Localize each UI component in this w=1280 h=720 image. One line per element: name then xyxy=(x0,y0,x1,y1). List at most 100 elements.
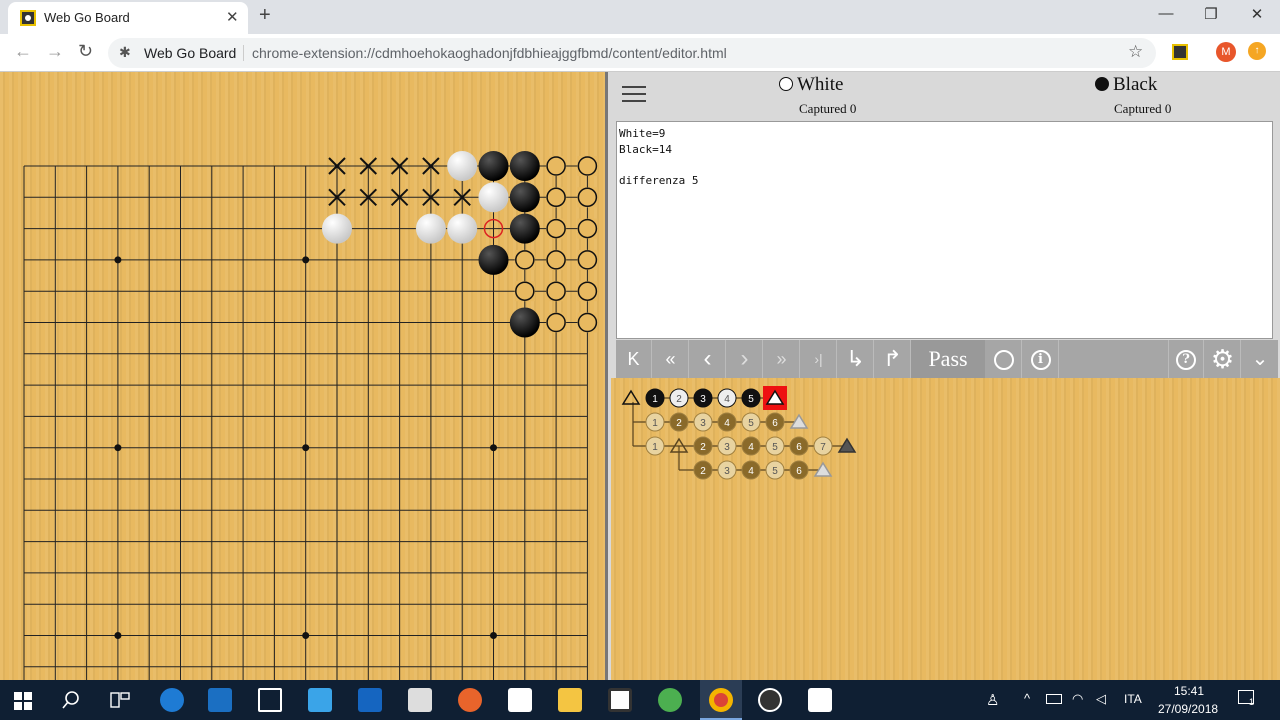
file-explorer-icon[interactable] xyxy=(558,688,582,712)
new-tab-button[interactable]: + xyxy=(259,4,271,27)
game-tree-canvas[interactable]: 1 2 3 4 5 1 2 3 4 5 6 1 2 3 4 5 6 7 2 3 4 5 6 xyxy=(611,378,1280,680)
black-captured: Captured 0 xyxy=(1114,101,1172,116)
tree-move-number: 4 xyxy=(724,394,730,405)
pass-button[interactable]: Pass xyxy=(911,340,985,378)
hoshi-point xyxy=(302,632,310,639)
go-board-favicon-icon xyxy=(20,10,36,26)
update-menu-icon[interactable]: ↑ xyxy=(1248,42,1266,60)
obs-icon[interactable] xyxy=(758,688,782,712)
close-window-button[interactable]: ✕ xyxy=(1237,5,1277,23)
white-label: White xyxy=(797,74,844,95)
eye-app-icon[interactable] xyxy=(658,688,682,712)
task-view-icon[interactable] xyxy=(110,691,130,709)
clock-time[interactable]: 15:41 xyxy=(1174,684,1204,698)
tree-move-number: 3 xyxy=(724,442,730,453)
windows-taskbar: ♙ ^ ◠ ◁ ITA 15:41 27/09/2018 1 xyxy=(0,680,1280,720)
goto-variation-button[interactable]: ↱ xyxy=(875,340,911,378)
go-board-canvas[interactable] xyxy=(0,72,608,680)
black-stone xyxy=(509,213,540,244)
forward-button[interactable]: › xyxy=(727,340,763,378)
minimize-button[interactable]: — xyxy=(1146,5,1186,22)
settings-gear-icon[interactable]: ⚙ xyxy=(1205,340,1241,378)
home-icon[interactable] xyxy=(258,688,282,712)
root-triangle-icon[interactable] xyxy=(621,389,641,405)
battery-icon[interactable] xyxy=(1046,694,1062,704)
hoshi-point xyxy=(114,632,122,639)
address-bar[interactable]: ✱ Web Go Board chrome-extension://cdmhoe… xyxy=(108,38,1156,68)
white-stone-icon xyxy=(779,77,793,91)
info-icon: i xyxy=(1030,350,1051,371)
navigation-controls: K « ‹ › » ›| ↳ ↱ Pass i ? ⚙ ⌄ xyxy=(616,340,1278,378)
profile-avatar[interactable]: M xyxy=(1216,42,1236,62)
back-arrow-icon[interactable]: ← xyxy=(14,41,32,62)
forward-arrow-icon[interactable]: → xyxy=(46,41,64,62)
reload-icon[interactable]: ↻ xyxy=(78,41,93,62)
last-move-button[interactable]: ›| xyxy=(801,340,837,378)
player-info-bar: White Captured 0 Black Captured 0 xyxy=(611,72,1280,120)
hoshi-point xyxy=(114,256,122,264)
input-language[interactable]: ITA xyxy=(1124,692,1142,706)
url-text[interactable]: chrome-extension://cdmhoehokaoghadonjfdb… xyxy=(252,45,727,61)
search-icon[interactable] xyxy=(62,691,80,709)
computer-icon[interactable] xyxy=(408,688,432,712)
game-tree-panel[interactable]: 1 2 3 4 5 1 2 3 4 5 6 1 2 3 4 5 6 7 2 3 4 5 6 xyxy=(611,378,1280,680)
circle-icon xyxy=(993,350,1014,371)
go-board-taskbar-icon[interactable] xyxy=(608,688,632,712)
bookmark-star-icon[interactable]: ☆ xyxy=(1128,42,1143,62)
more-chevron-icon[interactable]: ⌄ xyxy=(1242,340,1278,378)
back-many-button[interactable]: « xyxy=(653,340,689,378)
document-icon[interactable] xyxy=(808,688,832,712)
hoshi-point xyxy=(302,444,310,452)
circle-mark-bg xyxy=(514,249,535,270)
chrome-icon[interactable] xyxy=(709,688,733,712)
return-variation-button[interactable]: ↳ xyxy=(838,340,874,378)
tree-move-number: 2 xyxy=(676,394,682,405)
black-stone xyxy=(509,182,540,213)
firefox-icon[interactable] xyxy=(458,688,482,712)
windows-start-icon[interactable] xyxy=(14,692,32,710)
mail-icon[interactable] xyxy=(508,688,532,712)
hoshi-point xyxy=(490,444,497,452)
info-button[interactable]: i xyxy=(1023,340,1059,378)
forward-many-button[interactable]: » xyxy=(764,340,800,378)
browser-tab[interactable]: Web Go Board ✕ xyxy=(8,2,248,34)
go-editor-app: White Captured 0 Black Captured 0 White=… xyxy=(0,72,1280,680)
black-stone xyxy=(509,151,540,181)
black-stone xyxy=(509,307,540,338)
back-button[interactable]: ‹ xyxy=(690,340,726,378)
clock-date[interactable]: 27/09/2018 xyxy=(1158,702,1218,716)
circle-mark-bg xyxy=(514,281,535,302)
tree-move-number: 5 xyxy=(772,442,778,453)
remote-app-icon[interactable] xyxy=(358,688,382,712)
tab-close-icon[interactable]: ✕ xyxy=(226,8,239,26)
show-hidden-icons[interactable]: ^ xyxy=(1024,691,1030,706)
notifications-icon[interactable]: 1 xyxy=(1238,690,1254,707)
circle-mark-bg xyxy=(577,218,598,239)
white-stone xyxy=(322,213,352,244)
address-separator xyxy=(243,45,244,61)
store-icon[interactable] xyxy=(208,688,232,712)
restore-button[interactable]: ❐ xyxy=(1191,5,1231,23)
wifi-icon[interactable]: ◠ xyxy=(1072,691,1083,707)
tree-move-number: 2 xyxy=(676,418,682,429)
stone-color-button[interactable] xyxy=(986,340,1022,378)
hoshi-point xyxy=(302,256,310,264)
tree-move-number: 4 xyxy=(748,442,754,453)
app-icon[interactable] xyxy=(308,688,332,712)
people-icon[interactable]: ♙ xyxy=(986,691,999,709)
tree-move-number: 3 xyxy=(700,394,706,405)
circle-mark-bg xyxy=(577,312,598,333)
help-button[interactable]: ? xyxy=(1168,340,1204,378)
volume-icon[interactable]: ◁ xyxy=(1096,691,1106,707)
site-name: Web Go Board xyxy=(144,45,237,61)
go-extension-icon[interactable] xyxy=(1172,44,1188,60)
tree-move-number: 5 xyxy=(748,418,754,429)
hamburger-menu-icon[interactable] xyxy=(622,86,646,106)
go-board[interactable] xyxy=(0,72,608,680)
comment-box[interactable]: White=9 Black=14 differenza 5 xyxy=(616,121,1273,339)
edge-browser-icon[interactable] xyxy=(160,688,184,712)
tree-move-number: 4 xyxy=(724,418,730,429)
comment-line: differenza 5 xyxy=(619,173,699,187)
first-move-button[interactable]: K xyxy=(616,340,652,378)
tree-move-number: 6 xyxy=(796,466,802,477)
